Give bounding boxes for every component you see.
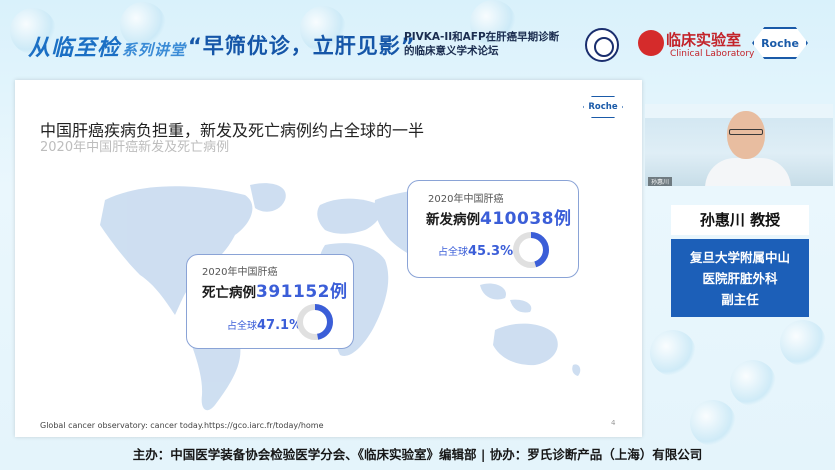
speaker-video-feed: 孙惠川 (645, 104, 833, 186)
new-cases-year-label: 2020年中国肝癌 (428, 194, 504, 205)
deaths-headline: 死亡病例391152例 (202, 277, 347, 302)
deaths-callout: 2020年中国肝癌 死亡病例391152例 占全球47.1% (186, 254, 354, 349)
deaths-label: 死亡病例 (202, 285, 256, 301)
speaker-affiliation-line-2: 医院肝脏外科 (702, 271, 778, 286)
organizer-footer: 主办：中国医学装备协会检验医学分会、《临床实验室》编辑部 | 协办：罗氏诊断产品… (132, 447, 703, 462)
deaths-share-label: 占全球 (227, 321, 257, 332)
speaker-figure-body (705, 158, 791, 186)
deaths-share: 占全球47.1% (227, 314, 302, 333)
new-cases-callout: 2020年中国肝癌 新发病例410038例 占全球45.3% (407, 180, 579, 278)
forum-title-line-1: PIVKA-II和AFP在肝癌早期诊断 (404, 31, 560, 43)
speaker-affiliation-line-3: 副主任 (721, 292, 759, 307)
slide-page-number: 4 (611, 419, 616, 427)
clinical-lab-logo: 临床实验室 Clinical Laboratory (638, 28, 754, 62)
clinical-lab-logo-cn: 临床实验室 (666, 31, 742, 49)
forum-title: PIVKA-II和AFP在肝癌早期诊断 的临床意义学术论坛 (404, 30, 584, 58)
speaker-affiliation: 复旦大学附属中山 医院肝脏外科 副主任 (671, 239, 809, 317)
series-brand: 从临至检 系列讲堂 (28, 30, 186, 62)
source-citation: Global cancer observatory: cancer today.… (40, 421, 324, 430)
clinical-lab-mark-icon (638, 30, 664, 56)
speaker-name: 孙惠川 教授 (671, 205, 809, 235)
new-cases-headline: 新发病例410038例 (426, 204, 571, 229)
speaker-affiliation-line-1: 复旦大学附属中山 (689, 250, 790, 265)
series-brand-name: 从临至检 (28, 36, 121, 61)
slide-roche-logo: Roche (583, 96, 623, 118)
new-cases-value: 410038例 (480, 209, 572, 229)
university-seal-icon (585, 28, 619, 62)
roche-logo: Roche (752, 27, 808, 59)
new-cases-share-value: 45.3% (468, 244, 514, 259)
new-cases-donut (513, 232, 549, 268)
speaker-figure-head (727, 111, 765, 159)
new-cases-share: 占全球45.3% (438, 240, 513, 259)
presentation-slide: Roche 中国肝癌疾病负担重，新发及死亡病例约占全球的一半 2020年中国肝癌… (15, 80, 642, 437)
new-cases-share-label: 占全球 (438, 247, 468, 258)
forum-title-line-2: 的临床意义学术论坛 (404, 45, 499, 57)
video-name-tag: 孙惠川 (648, 177, 673, 186)
series-brand-suffix: 系列讲堂 (122, 41, 187, 59)
speaker-glasses-icon (729, 129, 763, 135)
event-header: 从临至检 系列讲堂 “早筛优诊，立肝见影” PIVKA-II和AFP在肝癌早期诊断… (0, 0, 835, 78)
deaths-donut (297, 304, 333, 340)
new-cases-label: 新发病例 (426, 212, 480, 228)
speaker-card: 孙惠川 教授 复旦大学附属中山 医院肝脏外科 副主任 (671, 205, 809, 317)
deaths-value: 391152例 (256, 282, 348, 302)
slide-subtitle: 2020年中国肝癌新发及死亡病例 (40, 140, 230, 155)
clinical-lab-logo-en: Clinical Laboratory (670, 49, 755, 59)
deaths-year-label: 2020年中国肝癌 (202, 267, 278, 278)
event-slogan: “早筛优诊，立肝见影” (188, 34, 416, 58)
